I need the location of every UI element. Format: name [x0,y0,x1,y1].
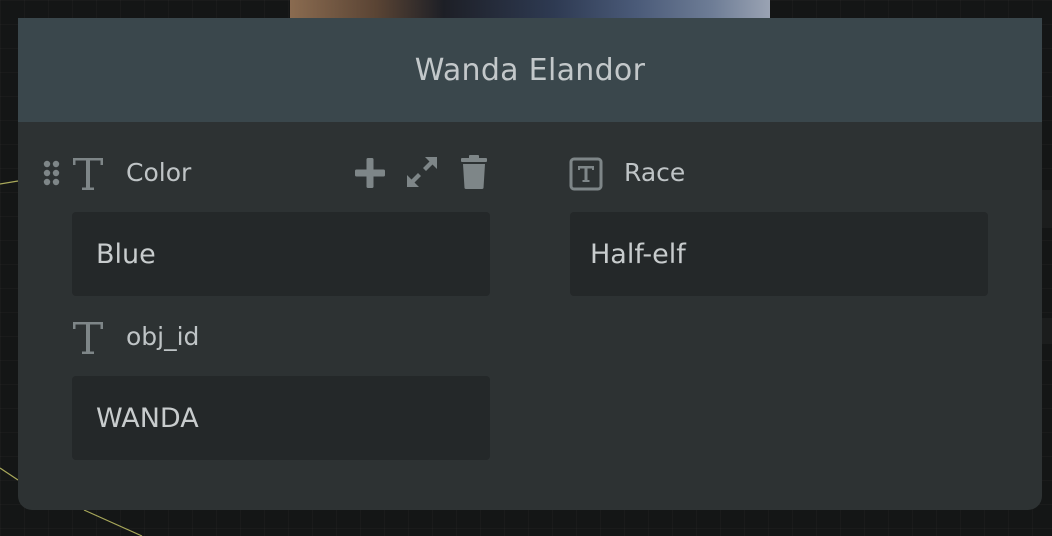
text-box-type-icon [569,157,603,191]
expand-icon[interactable] [405,155,439,189]
text-type-icon [73,322,103,354]
node-card[interactable]: Wanda Elandor Color Blue Race Half-elf o… [18,18,1042,510]
trash-icon[interactable] [460,154,488,190]
canvas-background: Wanda Elandor Color Blue Race Half-elf o… [0,0,1052,536]
color-value-input[interactable]: Blue [72,212,490,296]
field-label: Color [126,158,192,187]
field-label: obj_id [126,322,200,351]
node-title: Wanda Elandor [414,52,646,88]
input-value: Half-elf [590,238,686,270]
drag-handle-icon[interactable] [42,158,62,188]
add-icon[interactable] [354,157,386,189]
obj-id-value-input[interactable]: WANDA [72,376,490,460]
race-value-input[interactable]: Half-elf [570,212,988,296]
input-value: WANDA [96,402,199,434]
field-label: Race [624,158,686,187]
node-header[interactable]: Wanda Elandor [18,18,1042,122]
text-type-icon [73,158,103,190]
input-value: Blue [96,238,156,270]
